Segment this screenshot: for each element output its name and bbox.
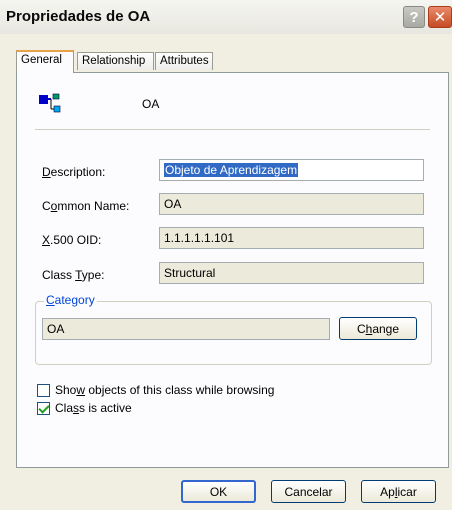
class-active-row[interactable]: Class is active [37,401,132,415]
close-icon: ✕ [433,9,447,26]
category-field[interactable]: OA [42,318,330,340]
change-button[interactable]: Ch ange [339,317,417,340]
header-divider [35,129,430,130]
properties-dialog: General Relationship Attributes OA Descr… [0,34,452,510]
class-type-field[interactable]: Structural [159,262,424,284]
category-group-title: Category [44,293,97,307]
class-type-label: Class Type: [42,268,105,282]
tab-attributes[interactable]: Attributes [155,52,213,70]
show-objects-row[interactable]: Show objects of this class while browsin… [37,383,274,397]
category-group: Category OA Ch ange [35,293,432,365]
class-active-checkbox[interactable] [37,401,50,415]
title-bar[interactable]: Propriedades de OA ? ✕ [0,0,452,34]
oid-label: X.500 OID: [42,233,102,247]
show-objects-checkbox[interactable] [37,383,50,397]
description-field[interactable]: Objeto de Aprendizagem [159,159,424,181]
common-name-label: Common Name: [42,199,130,213]
close-button[interactable]: ✕ [428,6,452,28]
description-label: Description: [42,165,106,179]
help-button[interactable]: ? [403,6,425,28]
show-objects-label: Show objects of this class while browsin… [55,383,275,397]
class-active-label: Class is active [55,401,132,415]
window-title: Propriedades de OA [6,8,151,25]
description-value: Objeto de Aprendizagem [164,163,299,177]
general-tab-panel: OA Description: Objeto de Aprendizagem C… [16,72,449,468]
class-schema-icon [39,93,61,113]
class-name: OA [142,97,160,111]
common-name-field[interactable]: OA [159,193,424,215]
oid-field[interactable]: 1.1.1.1.1.101 [159,227,424,249]
help-icon: ? [409,8,419,26]
ok-button[interactable]: OK [181,480,256,503]
tab-general[interactable]: General [16,50,74,73]
cancel-button[interactable]: Cancelar [271,480,346,503]
apply-button[interactable]: Ap l icar [361,480,436,503]
tab-relationship[interactable]: Relationship [77,52,154,70]
